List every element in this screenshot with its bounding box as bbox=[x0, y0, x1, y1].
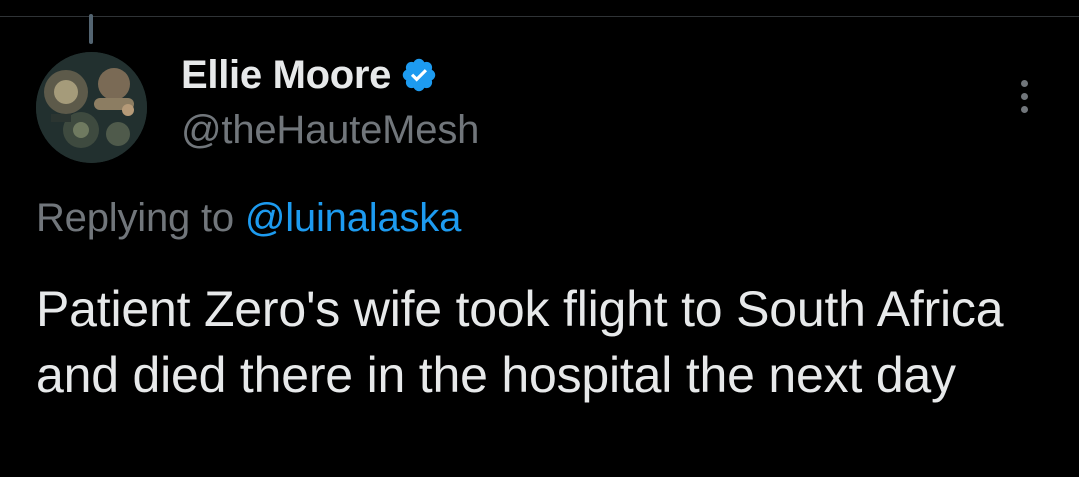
author-name-row[interactable]: Ellie Moore bbox=[181, 52, 439, 98]
top-divider bbox=[0, 16, 1079, 17]
tweet-text: Patient Zero's wife took flight to South… bbox=[36, 281, 1031, 403]
more-options-icon bbox=[1020, 79, 1028, 87]
author-handle[interactable]: @theHauteMesh bbox=[181, 108, 479, 153]
avatar[interactable] bbox=[36, 52, 147, 163]
replying-to-row: Replying to @luinalaska bbox=[36, 196, 461, 241]
author-name[interactable]: Ellie Moore bbox=[181, 53, 391, 98]
replying-to-label: Replying to bbox=[36, 196, 245, 240]
avatar-image bbox=[36, 52, 147, 163]
reply-to-handle-link[interactable]: @luinalaska bbox=[245, 196, 461, 240]
thread-connector-line bbox=[89, 14, 93, 44]
more-options-button[interactable] bbox=[1002, 72, 1046, 120]
verified-badge-icon[interactable] bbox=[399, 55, 439, 95]
